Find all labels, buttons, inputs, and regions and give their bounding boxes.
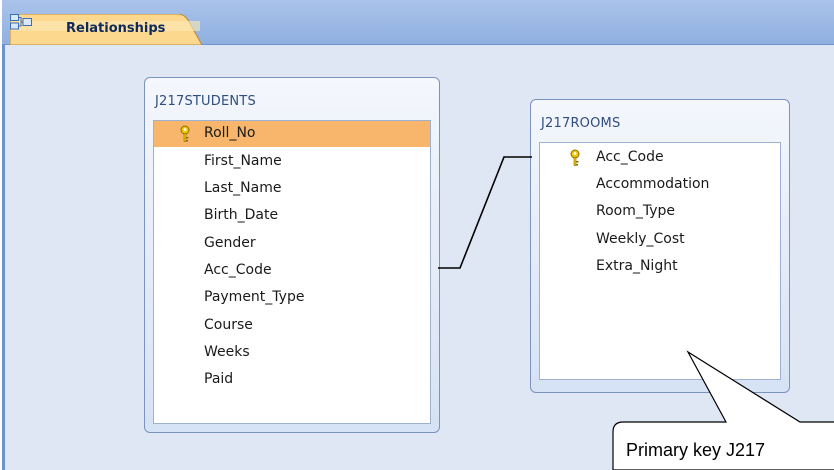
- callout-text: Primary key J217: [626, 440, 766, 460]
- callout-bubble: [612, 350, 834, 470]
- relationships-window: Relationships J217STUDENTS Roll_No First…: [2, 0, 834, 470]
